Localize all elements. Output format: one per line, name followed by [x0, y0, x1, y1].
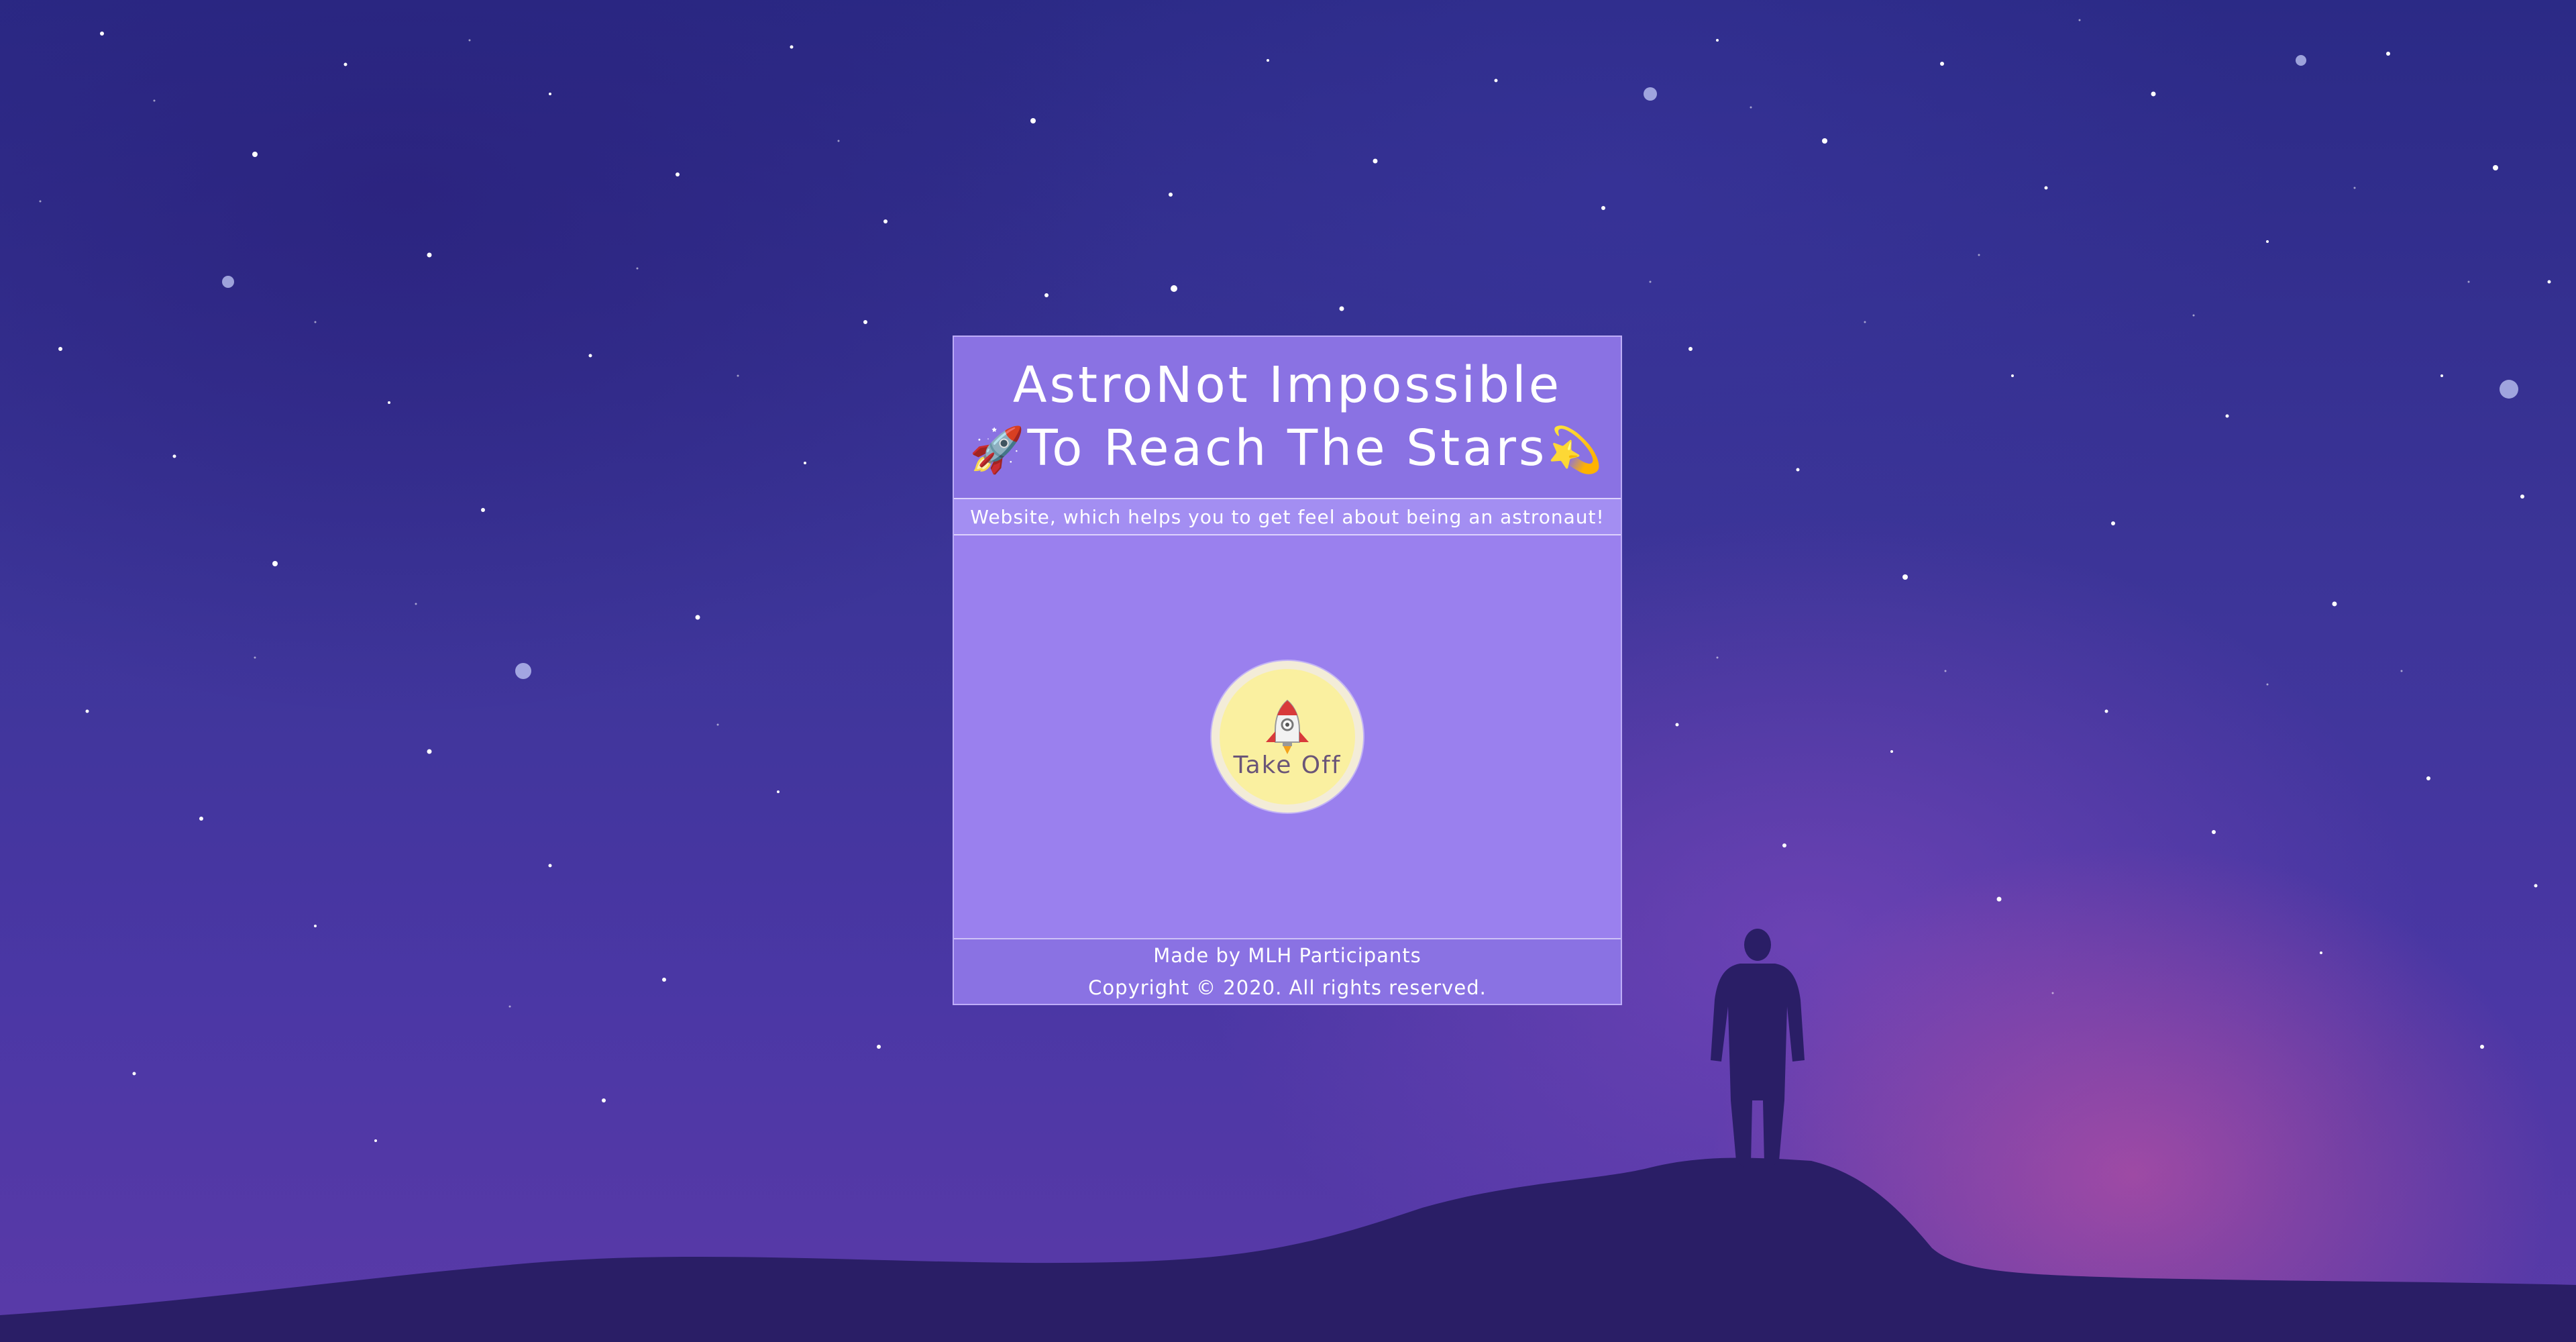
card-header: AstroNot Impossible 🚀To Reach The Stars💫 [954, 337, 1621, 498]
person-silhouette [1711, 929, 1805, 1168]
page-title: AstroNot Impossible [1012, 356, 1562, 414]
rocket-emoji-icon: 🚀 [969, 423, 1028, 476]
dizzy-star-emoji-icon: 💫 [1547, 423, 1605, 476]
main-card: AstroNot Impossible 🚀To Reach The Stars💫… [953, 336, 1622, 1005]
rocket-icon [1266, 699, 1309, 754]
card-footer: Made by MLH Participants Copyright © 202… [954, 938, 1621, 1004]
card-main: Take Off [954, 535, 1621, 938]
made-by-text: Made by MLH Participants [1153, 944, 1421, 967]
copyright-text: Copyright © 2020. All rights reserved. [1088, 976, 1487, 999]
take-off-button[interactable]: Take Off [1212, 661, 1363, 813]
take-off-label: Take Off [1233, 751, 1342, 779]
page-subtitle: 🚀To Reach The Stars💫 [969, 417, 1605, 482]
subtitle-text: To Reach The Stars [1027, 419, 1548, 477]
tagline: Website, which helps you to get feel abo… [954, 498, 1621, 535]
